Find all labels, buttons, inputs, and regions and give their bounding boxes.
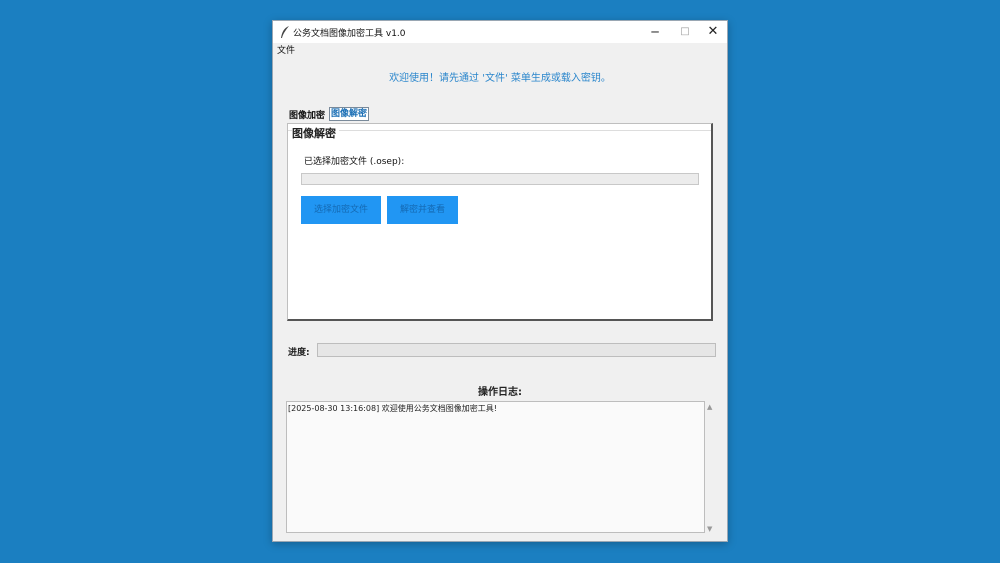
- arrow-down-icon[interactable]: ▼: [707, 525, 712, 533]
- log-label: 操作日志:: [478, 387, 522, 398]
- minimize-button[interactable]: ─: [639, 21, 671, 43]
- feather-icon: [281, 26, 289, 38]
- tab-encrypt[interactable]: 图像加密: [289, 109, 329, 123]
- log-entry: [2025-08-30 13:16:08] 欢迎使用公务文档图像加密工具!: [288, 404, 497, 413]
- menu-file[interactable]: 文件: [277, 43, 295, 56]
- select-encrypted-file-button[interactable]: 选择加密文件: [301, 196, 381, 224]
- app-window: 公务文档图像加密工具 v1.0 ─ □ ✕ 文件 欢迎使用！请先通过 '文件' …: [272, 20, 728, 542]
- panel-divider: [288, 130, 711, 131]
- decrypt-and-view-button[interactable]: 解密并查看: [387, 196, 458, 224]
- menu-bar: 文件: [273, 43, 727, 56]
- tab-decrypt[interactable]: 图像解密: [329, 107, 369, 121]
- arrow-up-icon[interactable]: ▲: [707, 403, 712, 411]
- close-button[interactable]: ✕: [697, 21, 729, 43]
- window-title: 公务文档图像加密工具 v1.0: [293, 29, 406, 39]
- progress-bar: [317, 343, 716, 357]
- welcome-message: 欢迎使用！请先通过 '文件' 菜单生成或载入密钥。: [389, 73, 611, 84]
- log-textarea[interactable]: [2025-08-30 13:16:08] 欢迎使用公务文档图像加密工具!: [286, 401, 705, 533]
- progress-label: 进度:: [288, 348, 310, 358]
- panel-title: 图像解密: [292, 125, 339, 141]
- selected-file-label: 已选择加密文件 (.osep):: [304, 157, 405, 167]
- selected-file-field: [301, 173, 699, 185]
- title-bar[interactable]: 公务文档图像加密工具 v1.0 ─ □ ✕: [273, 21, 727, 43]
- decrypt-panel: 图像解密 已选择加密文件 (.osep): 选择加密文件 解密并查看: [287, 123, 713, 321]
